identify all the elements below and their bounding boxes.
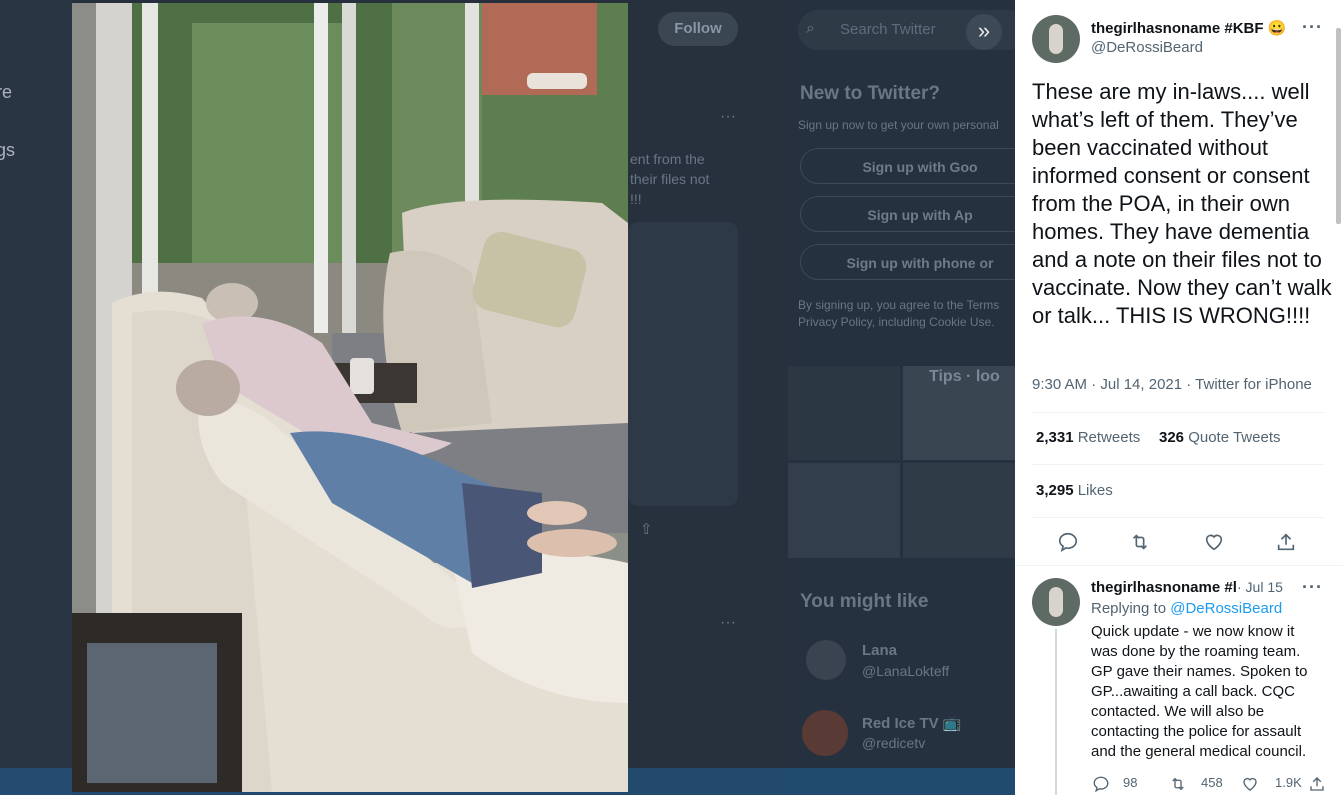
signup-phone-button[interactable]: Sign up with phone or	[800, 244, 1015, 280]
retweet-count: 458	[1201, 775, 1223, 790]
retweets-label: Retweets	[1077, 429, 1141, 446]
signup-subtext: Sign up now to get your own personal	[798, 118, 999, 132]
share-icon[interactable]	[1308, 775, 1326, 793]
signup-apple-button[interactable]: Sign up with Ap	[800, 196, 1015, 232]
reply-author-name[interactable]: thegirlhasnoname #l	[1091, 579, 1237, 596]
reply-icon[interactable]	[1092, 775, 1110, 793]
likes-count: 3,295	[1036, 482, 1074, 499]
thumbnail[interactable]: Tips · loo	[903, 366, 1015, 460]
left-nav: re gs	[0, 0, 72, 795]
nav-item[interactable]: gs	[0, 140, 15, 161]
retweets-stat[interactable]: 2,331 Retweets	[1036, 429, 1140, 446]
terms-text: Privacy Policy, including Cookie Use.	[798, 315, 995, 329]
quotes-label: Quote Tweets	[1188, 429, 1281, 446]
thumbnail[interactable]	[903, 463, 1015, 558]
tweet-meta[interactable]: 9:30 AM · Jul 14, 2021 · Twitter for iPh…	[1032, 376, 1312, 393]
thread-line	[1055, 629, 1057, 795]
like-icon[interactable]	[1203, 531, 1225, 553]
trending-thumbnails[interactable]: Tips · loo	[788, 366, 1015, 558]
you-might-like-heading: You might like	[800, 591, 929, 612]
retweets-count: 2,331	[1036, 429, 1074, 446]
author-name[interactable]: thegirlhasnoname #KBF 😀	[1091, 19, 1286, 37]
suggestion-handle: @redicetv	[862, 735, 926, 751]
snippet-line: !!!	[630, 191, 642, 207]
divider	[1032, 517, 1324, 518]
snippet-line: ent from the	[630, 151, 705, 167]
replying-prefix: Replying to	[1091, 600, 1167, 617]
reply-date[interactable]: · Jul 15	[1237, 579, 1283, 595]
divider	[1032, 464, 1324, 465]
replying-handle[interactable]: @DeRossiBeard	[1170, 600, 1282, 617]
avatar[interactable]	[806, 640, 846, 680]
more-icon[interactable]: ···	[720, 108, 736, 126]
like-count: 1.9K	[1275, 775, 1302, 790]
suggestion-name[interactable]: Red Ice TV 📺	[862, 714, 962, 732]
retweet-icon[interactable]	[1129, 531, 1151, 553]
snippet-line: their files not	[630, 171, 710, 187]
author-handle[interactable]: @DeRossiBeard	[1091, 39, 1203, 56]
avatar[interactable]	[1032, 15, 1080, 63]
divider	[1032, 412, 1324, 413]
new-to-twitter-heading: New to Twitter?	[800, 83, 941, 104]
tweet-text: These are my in-laws.... well what’s lef…	[1032, 79, 1332, 328]
photo-illustration	[72, 3, 628, 792]
avatar[interactable]	[1032, 578, 1080, 626]
avatar-figure	[1049, 587, 1063, 617]
more-icon[interactable]: ···	[720, 614, 736, 632]
quote-tweets-stat[interactable]: 326 Quote Tweets	[1159, 429, 1280, 446]
media-card[interactable]	[628, 222, 738, 506]
follow-button[interactable]: Follow	[658, 12, 738, 46]
retweet-icon[interactable]	[1169, 775, 1187, 793]
thumbnail-caption: Tips · loo	[929, 368, 1000, 385]
terms-text: By signing up, you agree to the Terms	[798, 298, 1000, 312]
share-icon[interactable]	[1275, 531, 1297, 553]
reply-count: 98	[1123, 775, 1138, 790]
suggestion-name[interactable]: Lana	[862, 642, 897, 659]
suggestion-handle: @LanaLokteff	[862, 663, 950, 679]
thumbnail[interactable]	[788, 366, 900, 460]
signup-google-button[interactable]: Sign up with Goo	[800, 148, 1015, 184]
scrollbar[interactable]	[1336, 28, 1341, 224]
avatar-figure	[1049, 24, 1063, 54]
likes-stat[interactable]: 3,295 Likes	[1036, 482, 1113, 499]
tweet-photo[interactable]	[72, 3, 628, 792]
share-icon[interactable]: ⇧	[640, 520, 653, 538]
like-icon[interactable]	[1241, 775, 1259, 793]
likes-label: Likes	[1077, 482, 1113, 499]
more-icon[interactable]: ···	[1302, 17, 1323, 38]
search-icon: ⌕	[806, 20, 815, 37]
avatar[interactable]	[802, 710, 848, 756]
more-icon[interactable]: ···	[1302, 577, 1323, 598]
replying-to: Replying to @DeRossiBeard	[1091, 600, 1282, 617]
quotes-count: 326	[1159, 429, 1185, 446]
nav-item[interactable]: re	[0, 82, 12, 103]
tweet-detail-panel: thegirlhasnoname #KBF 😀 @DeRossiBeard ··…	[1015, 0, 1343, 795]
reply-icon[interactable]	[1057, 531, 1079, 553]
reply-text: Quick update - we now know it was done b…	[1091, 623, 1308, 760]
thumbnail[interactable]	[788, 463, 900, 558]
divider	[1015, 565, 1343, 566]
expand-icon[interactable]: »	[966, 14, 1002, 50]
